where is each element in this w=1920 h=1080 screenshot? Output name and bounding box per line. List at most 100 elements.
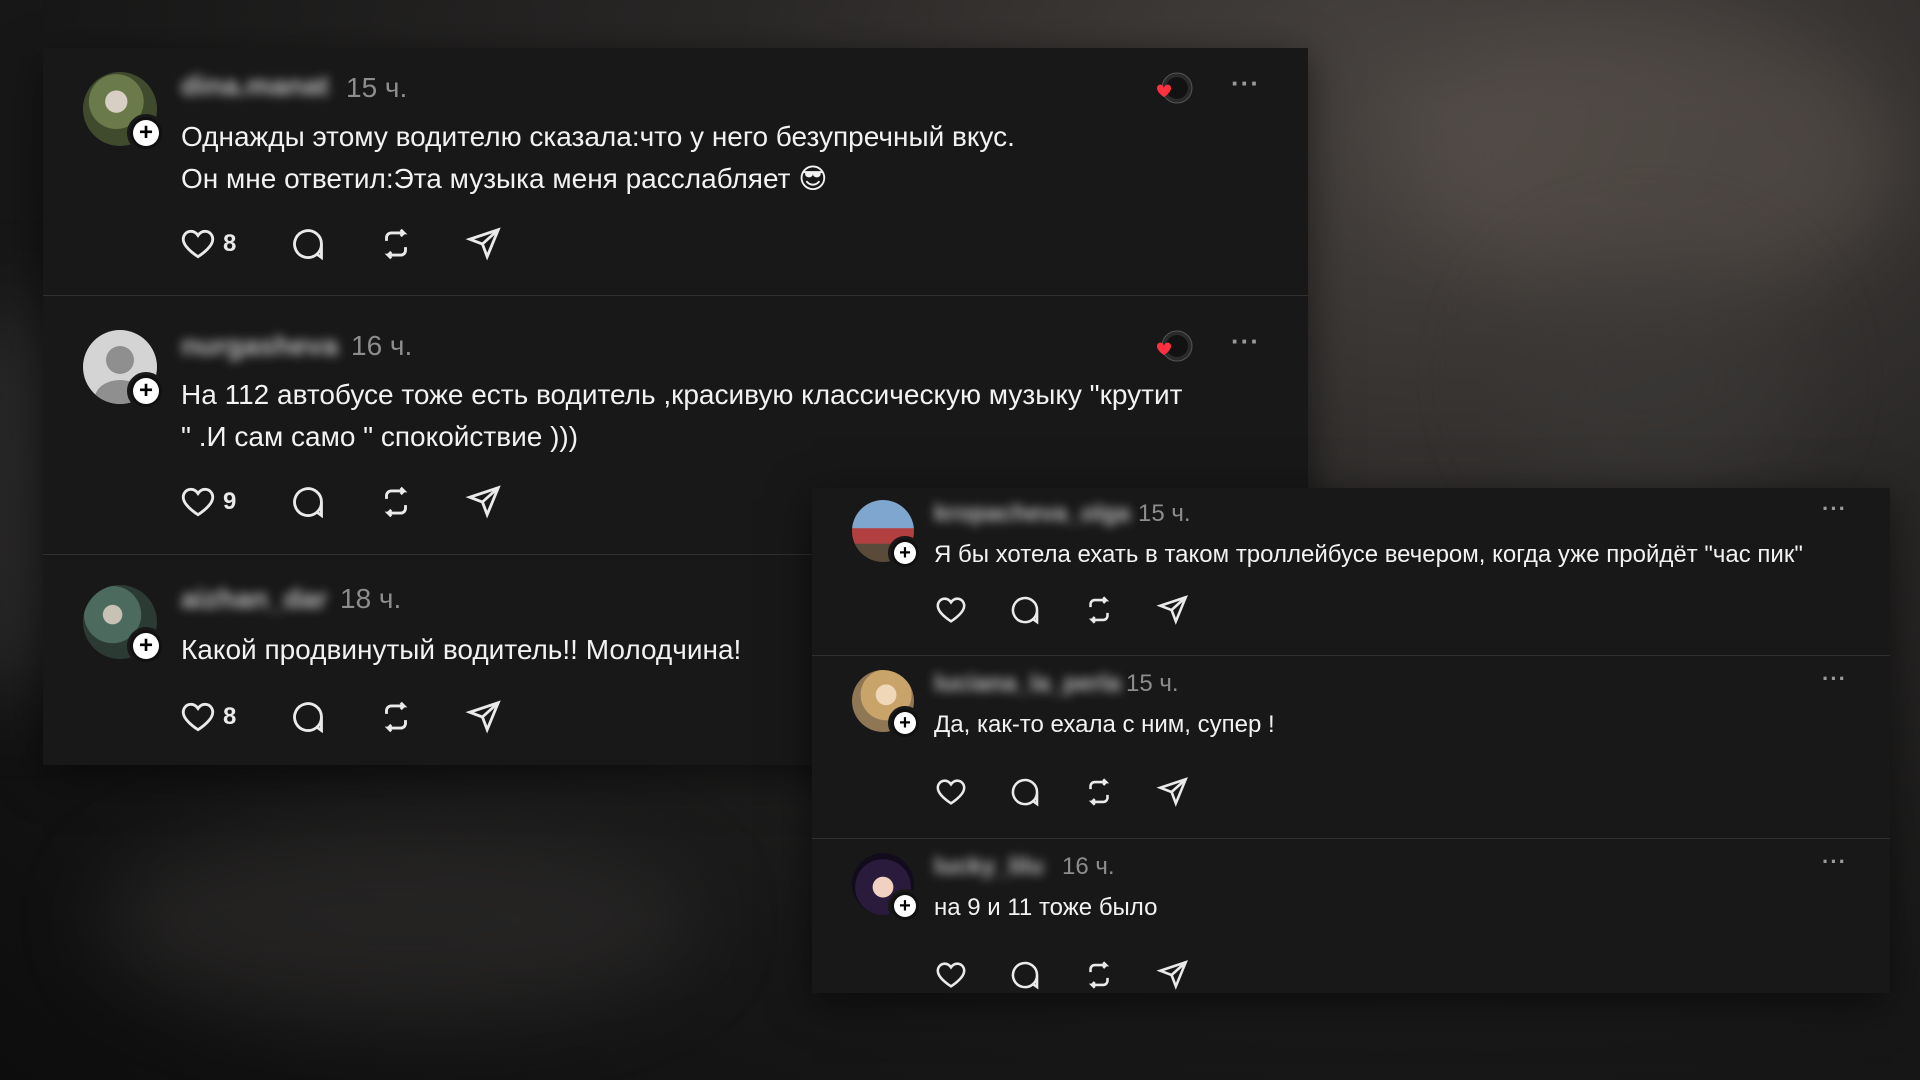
share-icon: [1156, 960, 1188, 990]
more-icon[interactable]: ···: [1822, 849, 1847, 875]
avatar[interactable]: +: [83, 330, 165, 410]
share-button[interactable]: [465, 698, 553, 736]
add-follow-icon: +: [133, 378, 159, 404]
add-follow-icon: +: [894, 895, 916, 917]
comments-panel-right: + kropacheva_olga 15 ч. ··· Я бы хотела …: [812, 488, 1890, 993]
like-button[interactable]: [934, 593, 1008, 627]
share-icon: [465, 227, 501, 261]
post-time: 18 ч.: [340, 583, 402, 614]
add-follow-icon: +: [133, 120, 159, 146]
username[interactable]: kropacheva_olga: [934, 500, 1130, 528]
share-icon: [1156, 777, 1188, 807]
comment-button[interactable]: [1008, 593, 1082, 627]
avatar[interactable]: +: [852, 670, 922, 740]
username[interactable]: dina.manat: [181, 70, 329, 102]
action-bar: 8: [179, 224, 553, 264]
follow-badge[interactable]: +: [127, 627, 165, 665]
post-time: 15 ч.: [1126, 670, 1179, 697]
post-time: 15 ч.: [1138, 500, 1191, 527]
comment-text: Я бы хотела ехать в таком троллейбусе ве…: [934, 541, 1803, 568]
like-button[interactable]: [934, 958, 1008, 992]
action-bar: 8: [179, 697, 553, 737]
heart-icon: [181, 229, 215, 259]
comment-button[interactable]: [1008, 958, 1082, 992]
avatar[interactable]: +: [852, 500, 922, 570]
comment-icon: [293, 229, 323, 261]
follow-badge[interactable]: +: [127, 372, 165, 410]
repost-button[interactable]: [377, 483, 465, 521]
comment-button[interactable]: [289, 483, 377, 521]
heart-icon: [181, 702, 215, 732]
author-liked-badge: [1149, 70, 1195, 106]
repost-button[interactable]: [1082, 593, 1156, 627]
avatar[interactable]: +: [83, 72, 165, 152]
more-icon[interactable]: ···: [1231, 326, 1260, 357]
comment-post: + luciana_la_perla 15 ч. ··· Да, как-то …: [812, 656, 1890, 839]
comment-post: + dina.manat 15 ч. ··· Однажды этому вод…: [43, 48, 1308, 296]
more-icon[interactable]: ···: [1231, 68, 1260, 99]
follow-badge[interactable]: +: [127, 114, 165, 152]
heart-icon: [936, 597, 966, 623]
repost-icon: [1088, 778, 1110, 806]
comment-icon: [293, 702, 323, 734]
like-button[interactable]: 8: [179, 698, 289, 736]
comment-text: на 9 и 11 тоже было: [934, 894, 1158, 921]
share-button[interactable]: [1156, 593, 1230, 627]
username[interactable]: lucky_lilu: [934, 853, 1043, 881]
comment-button[interactable]: [289, 698, 377, 736]
comment-icon: [293, 487, 323, 519]
author-liked-badge: [1149, 328, 1195, 364]
like-count: 8: [223, 230, 237, 257]
action-bar: [934, 592, 1230, 628]
heart-icon: [181, 487, 215, 517]
repost-icon: [1088, 596, 1110, 624]
comment-icon: [1011, 778, 1039, 807]
repost-button[interactable]: [1082, 775, 1156, 809]
username[interactable]: aizhan_dar: [181, 583, 327, 615]
action-bar: [934, 957, 1230, 993]
comment-button[interactable]: [289, 225, 377, 263]
share-button[interactable]: [465, 225, 553, 263]
share-icon: [465, 700, 501, 734]
action-bar: 9: [179, 482, 553, 522]
add-follow-icon: +: [894, 542, 916, 564]
follow-badge[interactable]: +: [888, 706, 922, 740]
repost-icon: [1088, 961, 1110, 989]
like-button[interactable]: [934, 775, 1008, 809]
add-follow-icon: +: [894, 712, 916, 734]
heart-icon: [936, 962, 966, 988]
post-time: 15 ч.: [346, 72, 408, 103]
comment-button[interactable]: [1008, 775, 1082, 809]
repost-button[interactable]: [377, 698, 465, 736]
like-count: 8: [223, 703, 237, 730]
repost-icon: [384, 486, 408, 518]
repost-icon: [384, 228, 408, 260]
more-icon[interactable]: ···: [1822, 496, 1847, 522]
follow-badge[interactable]: +: [888, 536, 922, 570]
like-count: 9: [223, 488, 237, 515]
username[interactable]: nurgasheva: [181, 330, 338, 362]
avatar[interactable]: +: [852, 853, 922, 923]
username[interactable]: luciana_la_perla: [934, 670, 1121, 698]
repost-button[interactable]: [377, 225, 465, 263]
like-button[interactable]: 9: [179, 483, 289, 521]
share-button[interactable]: [1156, 775, 1230, 809]
action-bar: [934, 774, 1230, 810]
comment-post: + lucky_lilu 16 ч. ··· на 9 и 11 тоже бы…: [812, 839, 1890, 993]
follow-badge[interactable]: +: [888, 889, 922, 923]
repost-button[interactable]: [1082, 958, 1156, 992]
post-time: 16 ч.: [1062, 853, 1115, 880]
more-icon[interactable]: ···: [1822, 666, 1847, 692]
heart-icon: [936, 779, 966, 805]
add-follow-icon: +: [133, 633, 159, 659]
share-icon: [465, 485, 501, 519]
share-icon: [1156, 595, 1188, 625]
comment-icon: [1011, 596, 1039, 625]
repost-icon: [384, 701, 408, 733]
comment-text: На 112 автобусе тоже есть водитель ,крас…: [181, 379, 1183, 452]
comment-post: + kropacheva_olga 15 ч. ··· Я бы хотела …: [812, 488, 1890, 656]
share-button[interactable]: [465, 483, 553, 521]
share-button[interactable]: [1156, 958, 1230, 992]
avatar[interactable]: +: [83, 585, 165, 665]
like-button[interactable]: 8: [179, 225, 289, 263]
